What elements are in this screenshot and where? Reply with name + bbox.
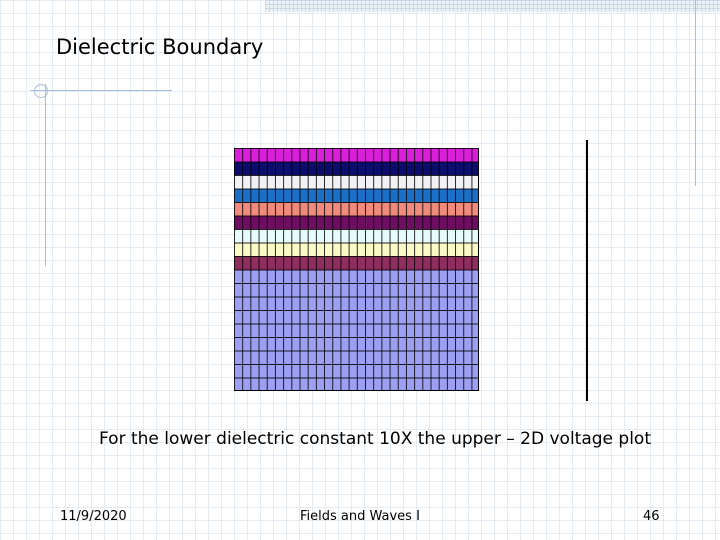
slide-caption: For the lower dielectric constant 10X th… — [99, 429, 651, 449]
slide-title: Dielectric Boundary — [56, 35, 264, 59]
decorative-horizontal-line — [30, 90, 172, 91]
decorative-right-line — [695, 0, 696, 186]
decorative-circle — [34, 84, 48, 98]
footer-page-number: 46 — [643, 509, 660, 524]
vertical-rule — [586, 140, 588, 401]
plot-mesh — [234, 148, 479, 391]
voltage-plot — [234, 148, 479, 391]
top-decorative-band — [265, 0, 720, 12]
footer-course: Fields and Waves I — [300, 509, 420, 524]
decorative-vertical-line — [45, 84, 46, 266]
footer-date: 11/9/2020 — [60, 509, 127, 524]
